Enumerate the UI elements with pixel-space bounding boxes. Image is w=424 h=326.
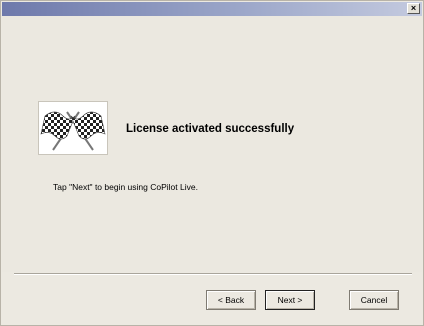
checkered-flags-icon [38,101,108,155]
instruction-text: Tap "Next" to begin using CoPilot Live. [53,182,198,192]
status-heading: License activated successfully [126,123,295,135]
title-bar[interactable]: × [2,2,422,16]
dialog-window: × License activated successfully Tap "Ne… [0,0,424,326]
cancel-button[interactable]: Cancel [349,290,399,310]
footer-divider [14,273,412,275]
close-button[interactable]: × [407,3,420,14]
next-button[interactable]: Next > [265,290,315,310]
back-button[interactable]: < Back [206,290,256,310]
